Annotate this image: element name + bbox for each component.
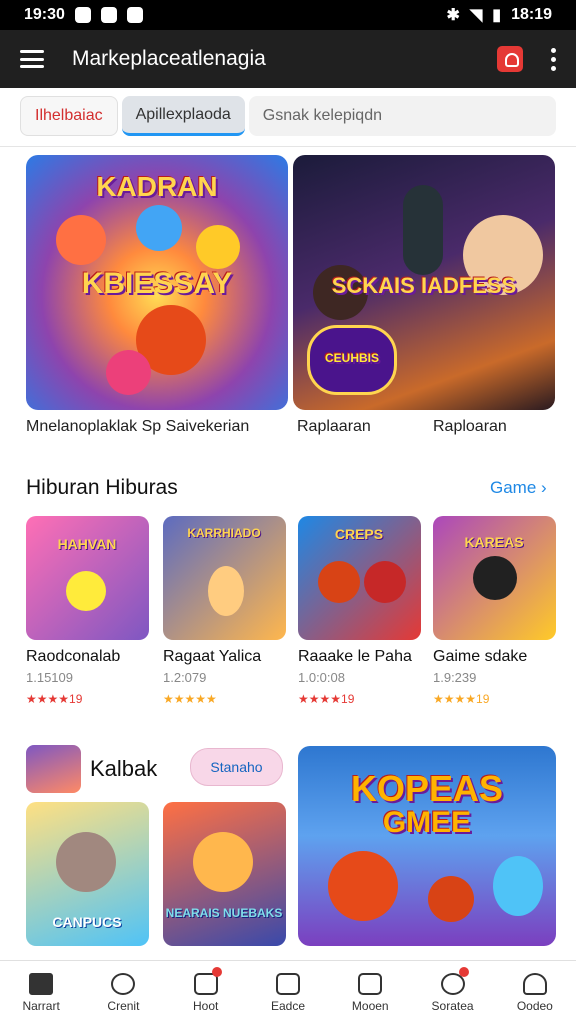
hero-caption-right-2: Raploaran [433, 418, 507, 435]
promo-card-text: CANPUCS [52, 914, 122, 930]
bluetooth-icon: ✱ [446, 7, 460, 24]
tab-2[interactable]: Apillexplaoda [121, 96, 245, 136]
hero-banner-right[interactable]: SCKAIS IADFESS CEUHBIS [293, 155, 555, 410]
status-bar: 19:30 ✱ ◥ ▮ 18:19 [0, 0, 576, 30]
app-thumbnail[interactable]: CREPS [298, 516, 421, 640]
character-art [493, 856, 543, 916]
promo-chip-button[interactable]: Stanaho [190, 748, 283, 786]
bag-icon[interactable] [497, 46, 523, 72]
character-art [428, 876, 474, 922]
promo-card[interactable]: NEARAIS NUEBAKS [163, 802, 286, 946]
status-clock: 18:19 [511, 6, 552, 23]
character-art [193, 832, 253, 892]
app-rating: ★★★★19 [298, 692, 355, 706]
notification-badge [458, 967, 469, 977]
person-icon [522, 972, 547, 995]
character-art [66, 571, 106, 611]
hero-banner-left[interactable]: KADRAN KBIESSAY [26, 155, 288, 410]
nav-item-heart[interactable]: Hoot [165, 961, 247, 1024]
promo-banner-subtitle: GMEE [382, 806, 472, 839]
nav-item-profile[interactable]: Oodeo [494, 961, 576, 1024]
app-rating: ★★★★★ [163, 692, 217, 706]
character-art [328, 851, 398, 921]
promo-card-text: NEARAIS NUEBAKS [165, 906, 283, 920]
app-thumbnail[interactable]: HAHVAN [26, 516, 149, 640]
promo-title: Kalbak [90, 756, 158, 781]
app-name[interactable]: Gaime sdake [433, 648, 527, 666]
message-icon [100, 7, 117, 23]
menu-icon[interactable] [20, 50, 44, 68]
app-name[interactable]: Ragaat Yalica [163, 648, 261, 666]
nav-item-frame[interactable]: Mooen [329, 961, 411, 1024]
app-name[interactable]: Raodconalab [26, 648, 120, 666]
app-bar: Markeplaceatlenagia [0, 30, 576, 88]
hero-title: SCKAIS IADFESS [331, 273, 517, 298]
app-art-text: KARRHIADO [187, 526, 261, 540]
more-options-icon[interactable] [551, 47, 556, 71]
hero-subtitle: KBIESSAY [81, 267, 233, 300]
tool-icon [275, 972, 300, 995]
nav-item-home[interactable]: Narrart [0, 961, 82, 1024]
frame-icon [358, 972, 383, 995]
people-icon [111, 972, 136, 995]
notification-icon [74, 7, 91, 23]
status-time: 19:30 [24, 6, 65, 23]
section-title: Hiburan Hiburas [26, 476, 178, 499]
promo-card[interactable]: CANPUCS [26, 802, 149, 946]
app-size: 1.0:0:08 [298, 670, 345, 685]
app-size: 1.15109 [26, 670, 73, 685]
app-name[interactable]: Raaake le Paha [298, 648, 412, 666]
section-see-more-link[interactable]: Game › [490, 478, 547, 498]
app-size: 1.2:079 [163, 670, 207, 685]
app-art-text: CREPS [334, 526, 384, 542]
nav-item-refresh[interactable]: Soratea [411, 961, 493, 1024]
app-title: Markeplaceatlenagia [72, 47, 266, 70]
app-thumbnail[interactable]: KAREAS [433, 516, 556, 640]
nav-item-tool[interactable]: Eadce [247, 961, 329, 1024]
character-art [403, 185, 443, 275]
character-art [136, 205, 182, 251]
character-art [56, 215, 106, 265]
app-icon [126, 7, 143, 23]
avatar[interactable] [26, 745, 81, 793]
app-rating: ★★★★19 [26, 692, 83, 706]
home-icon [29, 972, 54, 995]
promo-banner-title: KOPEAS [350, 768, 504, 809]
tab-1[interactable]: Ilhelbaiac [20, 96, 118, 136]
battery-icon: ▮ [492, 7, 502, 24]
app-thumbnail[interactable]: KARRHIADO [163, 516, 286, 640]
bottom-navigation: Narrart Crenit Hoot Eadce Mooen Soratea … [0, 960, 576, 1024]
promo-banner[interactable]: KOPEAS GMEE [298, 746, 556, 946]
divider [0, 146, 576, 147]
notification-badge [211, 967, 222, 977]
hero-caption-left: Mnelanoplaklak Sp Saivekerian [26, 418, 250, 435]
app-art-text: KAREAS [464, 534, 524, 550]
hero-caption-right-1: Raplaaran [297, 418, 371, 435]
app-rating: ★★★★19 [433, 692, 490, 706]
character-art [56, 832, 116, 892]
app-size: 1.9:239 [433, 670, 477, 685]
app-art-text: HAHVAN [57, 536, 117, 552]
search-tab[interactable]: Gsnak kelepiqdn [248, 96, 556, 136]
character-art [318, 561, 360, 603]
tabs-row: Ilhelbaiac Apillexplaoda Gsnak kelepiqdn [20, 96, 556, 136]
hero-title: KADRAN [96, 171, 218, 202]
ball-art [106, 350, 151, 395]
wifi-icon: ◥ [469, 7, 483, 24]
character-art [196, 225, 240, 269]
badge-text: CEUHBIS [324, 351, 379, 365]
character-art [208, 566, 244, 616]
nav-item-people[interactable]: Crenit [82, 961, 164, 1024]
character-art [473, 556, 517, 600]
character-art [364, 561, 406, 603]
